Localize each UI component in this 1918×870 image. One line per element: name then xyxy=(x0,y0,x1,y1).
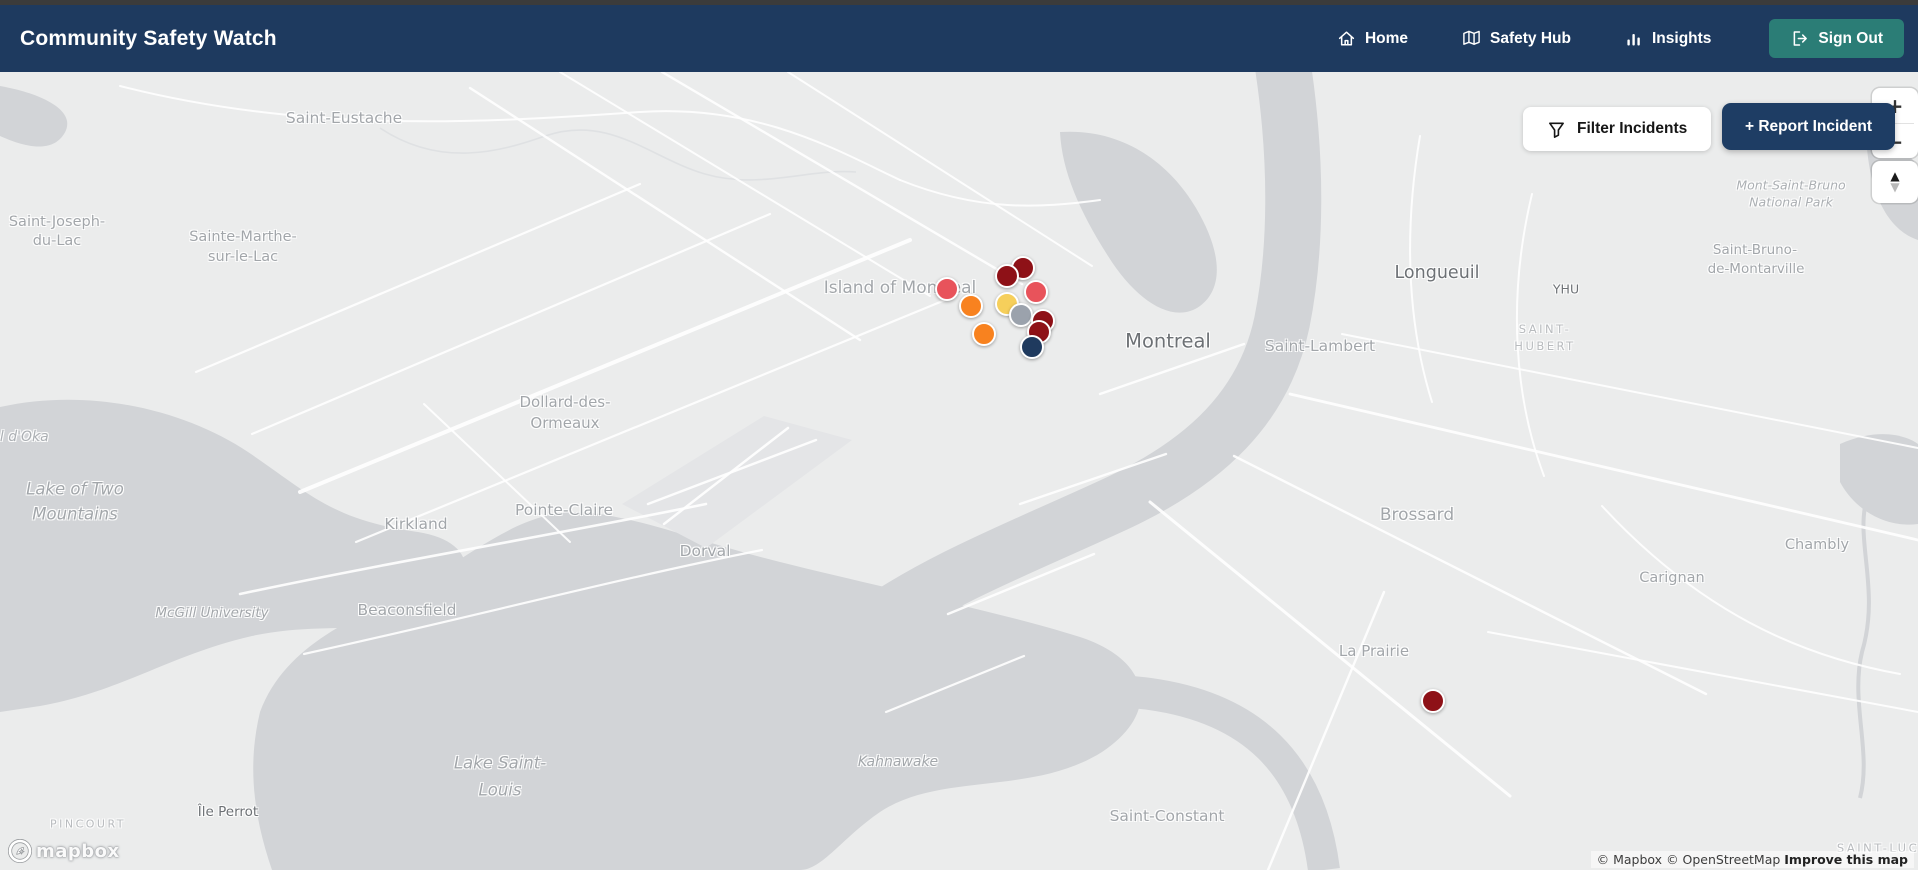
incident-markers-layer xyxy=(0,72,1918,870)
improve-map-link[interactable]: Improve this map xyxy=(1784,852,1908,867)
tilt-down-icon[interactable]: ▼ xyxy=(1890,181,1899,193)
main-nav: Home Safety Hub Insights Sign Out xyxy=(1337,19,1904,58)
nav-insights-label: Insights xyxy=(1652,29,1712,47)
filter-incidents-button[interactable]: Filter Incidents xyxy=(1523,107,1712,151)
attribution-osm-link[interactable]: © OpenStreetMap xyxy=(1666,852,1780,867)
filter-incidents-label: Filter Incidents xyxy=(1577,120,1688,137)
nav-home-label: Home xyxy=(1364,29,1409,47)
incident-marker[interactable] xyxy=(959,294,983,318)
sign-out-icon xyxy=(1794,31,1808,46)
incident-marker[interactable] xyxy=(995,264,1019,288)
sign-out-button[interactable]: Sign Out xyxy=(1769,19,1904,58)
mapbox-logo[interactable]: mapbox xyxy=(8,839,120,863)
map-canvas[interactable]: Saint-Eustache Saint-Joseph-du-Lac Sainte-… xyxy=(0,72,1918,870)
home-icon xyxy=(1338,31,1355,46)
map-icon xyxy=(1463,30,1480,45)
incident-marker[interactable] xyxy=(935,277,959,301)
nav-safety-hub-label: Safety Hub xyxy=(1490,29,1571,47)
incident-marker[interactable] xyxy=(1421,689,1445,713)
sign-out-label: Sign Out xyxy=(1818,29,1883,47)
nav-safety-hub[interactable]: Safety Hub xyxy=(1462,29,1571,48)
nav-insights[interactable]: Insights xyxy=(1625,30,1711,48)
report-incident-button[interactable]: + Report Incident xyxy=(1722,103,1896,150)
attribution-mapbox-link[interactable]: © Mapbox xyxy=(1597,852,1662,867)
mapbox-pin-icon xyxy=(8,839,32,863)
incident-marker[interactable] xyxy=(1024,280,1048,304)
incident-marker[interactable] xyxy=(972,322,996,346)
funnel-icon xyxy=(1549,122,1564,138)
app-header: Community Safety Watch Home Safety Hub I… xyxy=(0,5,1918,72)
incident-marker[interactable] xyxy=(1020,335,1044,359)
tilt-control[interactable]: ▲ ▼ xyxy=(1872,161,1918,203)
nav-home[interactable]: Home xyxy=(1337,29,1408,48)
app-title: Community Safety Watch xyxy=(20,26,277,50)
bar-chart-icon xyxy=(1627,33,1640,45)
map-attribution: © Mapbox © OpenStreetMap Improve this ma… xyxy=(1590,851,1914,868)
mapbox-wordmark: mapbox xyxy=(36,840,120,862)
